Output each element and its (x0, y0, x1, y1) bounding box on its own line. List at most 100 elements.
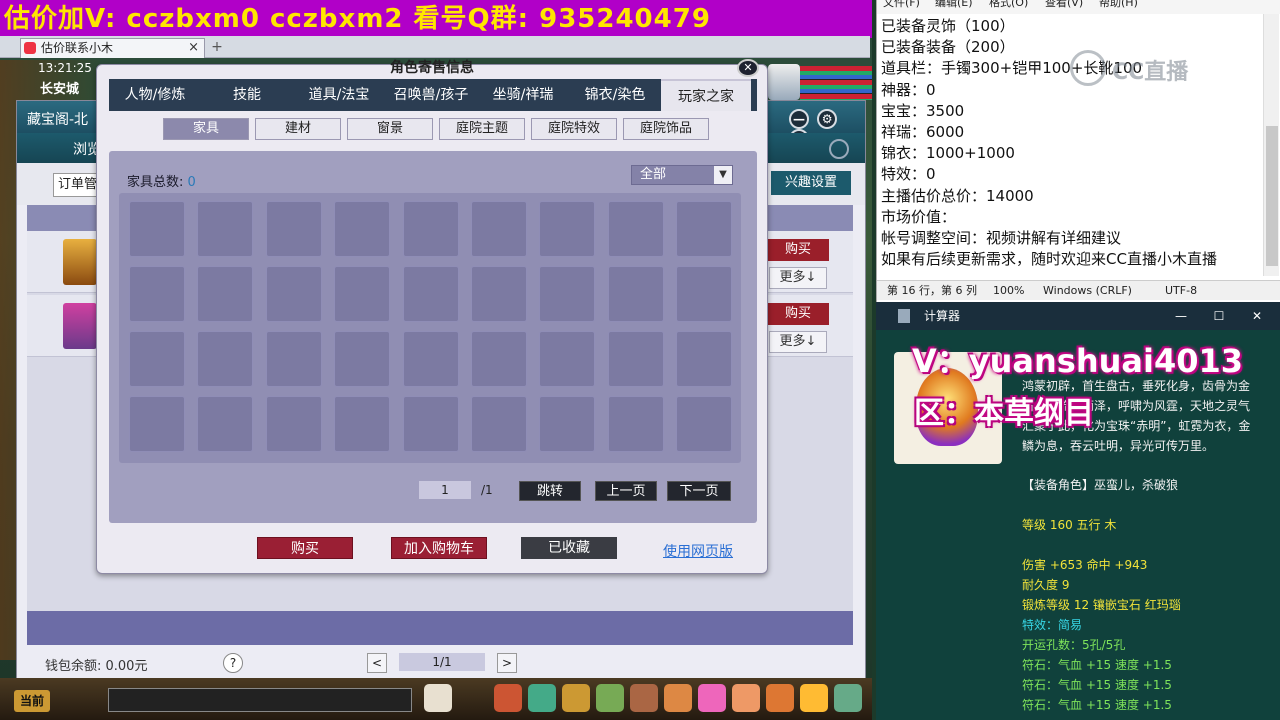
furniture-slot[interactable] (402, 396, 459, 452)
furniture-slot[interactable] (334, 331, 391, 387)
next-page-button[interactable]: 下一页 (667, 481, 731, 501)
close-icon[interactable]: ✕ (1242, 302, 1272, 330)
tab-pets[interactable]: 召唤兽/孩子 (385, 79, 477, 111)
furniture-slot[interactable] (197, 266, 254, 322)
mail-icon[interactable] (698, 684, 726, 712)
settings-icon[interactable]: ⚙ (817, 109, 838, 129)
current-channel-button[interactable]: 当前 (14, 690, 50, 712)
subtab-materials[interactable]: 建材 (255, 118, 341, 140)
face-icon[interactable] (800, 684, 828, 712)
listing-buy-button[interactable]: 购买 (767, 239, 829, 261)
furniture-slot[interactable] (334, 396, 391, 452)
add-to-cart-button[interactable]: 加入购物车 (391, 537, 487, 559)
furniture-slot[interactable] (334, 201, 391, 257)
furniture-slot[interactable] (471, 331, 527, 387)
buy-button[interactable]: 购买 (257, 537, 353, 559)
prev-page-button[interactable]: 上一页 (595, 481, 657, 501)
furniture-slot[interactable] (334, 266, 391, 322)
furniture-slot[interactable] (129, 396, 185, 452)
furniture-slot[interactable] (402, 201, 459, 257)
jump-button[interactable]: 跳转 (519, 481, 581, 501)
interest-settings-button[interactable]: 兴趣设置 (771, 171, 851, 195)
furniture-slot[interactable] (265, 201, 322, 257)
maximize-icon[interactable]: ☐ (1204, 302, 1234, 330)
team-icon[interactable] (596, 684, 624, 712)
player-portrait[interactable] (768, 64, 800, 100)
furniture-slot[interactable] (676, 266, 733, 322)
tab-items[interactable]: 道具/法宝 (293, 79, 385, 111)
tab-character[interactable]: 人物/修炼 (109, 79, 201, 111)
furniture-slot[interactable] (607, 396, 664, 452)
furniture-slot[interactable] (539, 266, 596, 322)
furniture-slot[interactable] (129, 331, 185, 387)
tab-skills[interactable]: 技能 (201, 79, 293, 111)
subtab-yard-effect[interactable]: 庭院特效 (531, 118, 617, 140)
page-number-input[interactable]: 1 (419, 481, 471, 499)
chevron-down-icon[interactable]: ▼ (714, 166, 732, 184)
browser-tab[interactable]: 估价联系小木 × (20, 38, 205, 58)
subtab-window-view[interactable]: 窗景 (347, 118, 433, 140)
furniture-slot[interactable] (129, 201, 185, 257)
use-web-version-link[interactable]: 使用网页版 (663, 541, 733, 561)
furniture-slot[interactable] (471, 266, 527, 322)
collected-button[interactable]: 已收藏 (521, 537, 617, 559)
tab-close-icon[interactable]: × (188, 39, 199, 57)
listing-buy-button[interactable]: 购买 (767, 303, 829, 325)
furniture-slot[interactable] (676, 331, 733, 387)
furniture-slot[interactable] (607, 201, 664, 257)
furniture-slot[interactable] (676, 201, 733, 257)
tab-mounts[interactable]: 坐骑/祥瑞 (477, 79, 569, 111)
furniture-slot[interactable] (265, 396, 322, 452)
skill-icon[interactable] (528, 684, 556, 712)
furniture-slot[interactable] (402, 266, 459, 322)
furniture-slot[interactable] (539, 331, 596, 387)
furniture-slot[interactable] (197, 396, 254, 452)
menu-view[interactable]: 查看(V) (1045, 0, 1083, 8)
help-icon[interactable]: ? (223, 653, 243, 673)
dialog-close-icon[interactable]: ✕ (737, 59, 759, 77)
pager-next-button[interactable]: > (497, 653, 517, 673)
furniture-slot[interactable] (265, 266, 322, 322)
furniture-slot[interactable] (539, 201, 596, 257)
subtab-yard-ornament[interactable]: 庭院饰品 (623, 118, 709, 140)
minimize-icon[interactable]: — (789, 109, 809, 129)
friends-icon[interactable] (664, 684, 692, 712)
guild-icon[interactable] (630, 684, 658, 712)
pet-icon[interactable] (424, 684, 452, 712)
subtab-yard-theme[interactable]: 庭院主题 (439, 118, 525, 140)
subtab-furniture[interactable]: 家具 (163, 118, 249, 140)
notepad-line: 宝宝：3500 (881, 101, 965, 120)
furniture-slot[interactable] (265, 331, 322, 387)
furniture-slot[interactable] (402, 331, 459, 387)
system-icon[interactable] (834, 684, 862, 712)
listing-more-button[interactable]: 更多↓ (769, 267, 827, 289)
category-filter-select[interactable]: 全部 ▼ (631, 165, 733, 185)
chat-input[interactable] (108, 688, 412, 712)
search-icon[interactable] (829, 139, 849, 159)
calculator-title-bar[interactable]: 计算器 — ☐ ✕ (876, 302, 1280, 330)
furniture-slot[interactable] (607, 266, 664, 322)
shop-icon[interactable] (732, 684, 760, 712)
bag-icon[interactable] (494, 684, 522, 712)
tab-player-home[interactable]: 玩家之家 (661, 79, 751, 111)
menu-edit[interactable]: 编辑(E) (935, 0, 973, 8)
furniture-slot[interactable] (197, 201, 254, 257)
quest-icon[interactable] (562, 684, 590, 712)
pager-prev-button[interactable]: < (367, 653, 387, 673)
new-tab-button[interactable]: + (208, 38, 226, 56)
minimize-icon[interactable]: — (1166, 302, 1196, 330)
furniture-slot[interactable] (607, 331, 664, 387)
furniture-slot[interactable] (471, 396, 527, 452)
listing-more-button[interactable]: 更多↓ (769, 331, 827, 353)
menu-help[interactable]: 帮助(H) (1099, 0, 1138, 8)
menu-file[interactable]: 文件(F) (883, 0, 920, 8)
scrollbar-thumb[interactable] (1266, 126, 1278, 266)
tab-outfits[interactable]: 锦衣/染色 (569, 79, 661, 111)
menu-format[interactable]: 格式(O) (989, 0, 1028, 8)
furniture-slot[interactable] (539, 396, 596, 452)
activity-icon[interactable] (766, 684, 794, 712)
furniture-slot[interactable] (676, 396, 733, 452)
furniture-slot[interactable] (197, 331, 254, 387)
furniture-slot[interactable] (471, 201, 527, 257)
furniture-slot[interactable] (129, 266, 185, 322)
